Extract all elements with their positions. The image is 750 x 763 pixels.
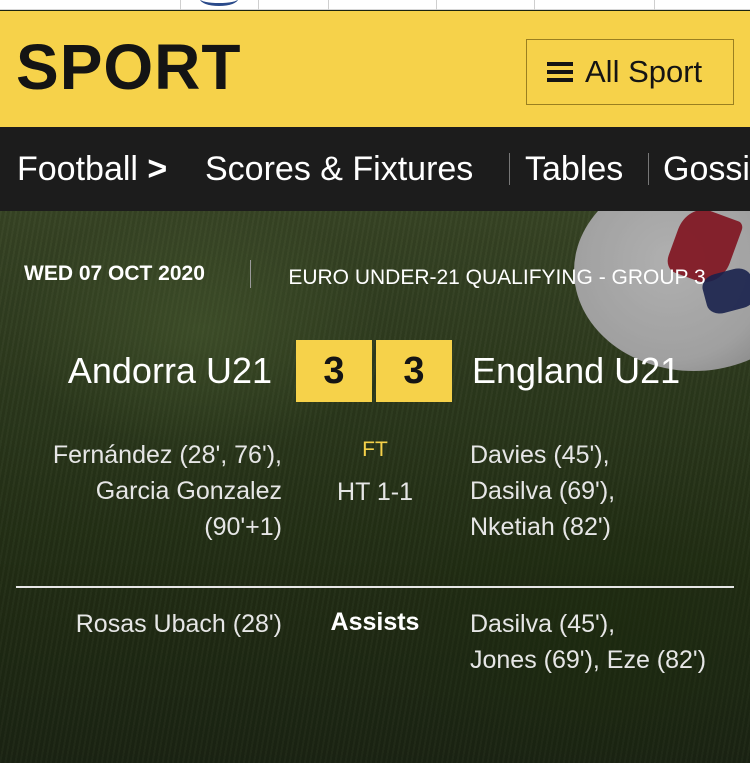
scorer-line: Davies (45'), [470,441,610,469]
hamburger-icon [547,62,573,82]
away-scorers: Davies (45'), Dasilva (69'), Nketiah (82… [470,437,740,545]
nav-item-gossip[interactable]: Gossi [663,127,750,211]
strip-divider [328,0,329,10]
match-date: WED 07 OCT 2020 [24,262,205,285]
match-status: FT [362,438,388,461]
sport-header: SPORT All Sport [0,11,750,127]
strip-divider [180,0,181,10]
all-sport-button[interactable]: All Sport [526,39,734,105]
nav-item-scores-fixtures[interactable]: Scores & Fixtures [205,127,473,211]
all-sport-label: All Sport [585,54,703,89]
assist-line: Rosas Ubach (28') [75,610,282,638]
nav-item-football[interactable]: Football > [17,127,167,211]
home-scorers: Fernández (28', 76'), Garcia Gonzalez (9… [0,437,282,545]
browser-top-strip [0,0,750,10]
strip-divider [534,0,535,10]
nav-item-tables[interactable]: Tables [525,127,623,211]
nav-item-label: Football [17,150,138,188]
chevron-right-icon: > [147,150,168,188]
home-score: 3 [296,340,372,402]
home-team-name: Andorra U21 [67,350,272,391]
scorer-line: Garcia Gonzalez [95,477,282,505]
meta-divider [250,260,251,288]
sport-logo[interactable]: SPORT [16,31,241,103]
away-score: 3 [376,340,452,402]
nav-divider [509,153,510,185]
scorer-line: (90'+1) [204,513,282,541]
away-team-name: England U21 [472,350,681,391]
partial-icon [200,0,238,6]
away-assists: Dasilva (45'), Jones (69'), Eze (82') [470,606,740,678]
half-time-score: HT 1-1 [337,478,413,506]
strip-divider [436,0,437,10]
competition-name[interactable]: EURO UNDER-21 QUALIFYING - GROUP 3 [264,262,730,294]
home-assists: Rosas Ubach (28') [0,606,282,642]
sport-nav: Football > Scores & Fixtures Tables Goss… [0,127,750,211]
assist-line: Jones (69'), Eze (82') [470,646,707,674]
scorer-line: Fernández (28', 76'), [52,441,282,469]
strip-divider [258,0,259,10]
nav-divider [648,153,649,185]
assist-line: Dasilva (45'), [470,610,616,638]
assists-label: Assists [330,608,420,636]
strip-divider [654,0,655,10]
scorer-line: Dasilva (69'), [470,477,616,505]
scorer-line: Nketiah (82') [470,513,611,541]
section-divider [16,586,734,588]
